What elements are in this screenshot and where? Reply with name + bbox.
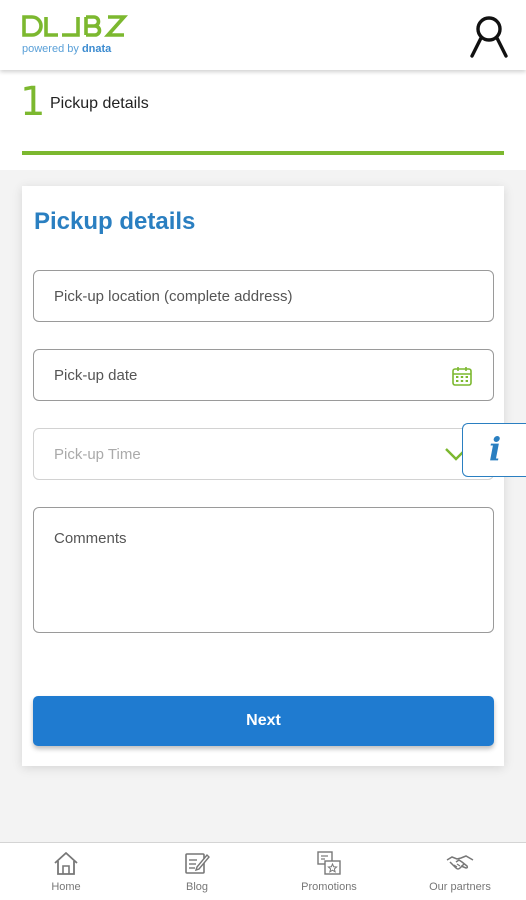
home-icon: [54, 852, 78, 875]
info-icon: i: [489, 430, 502, 468]
pickup-form-card: Pickup details Pick-up location (complet…: [22, 186, 504, 766]
step-number: 1: [20, 79, 46, 125]
next-button[interactable]: Next: [33, 696, 494, 746]
nav-item-our-partners[interactable]: Our partners: [415, 843, 505, 900]
step-label: Pickup details: [50, 95, 149, 112]
nav-label-blog: Blog: [185, 881, 209, 893]
pickup-date-input[interactable]: Pick-up date: [33, 349, 494, 401]
pickup-time-select[interactable]: Pick-up Time: [33, 428, 494, 480]
comments-placeholder: Comments: [54, 530, 127, 547]
promotions-icon: [317, 851, 341, 875]
nav-label-our-partners: Our partners: [429, 881, 491, 893]
form-title: Pickup details: [34, 208, 196, 235]
blog-icon: [185, 853, 210, 874]
brand-wordmark: [22, 15, 129, 42]
handshake-icon: [446, 855, 474, 870]
pickup-location-placeholder: Pick-up location (complete address): [54, 288, 293, 305]
brand-logo[interactable]: powered by dnata: [22, 15, 129, 55]
nav-item-promotions[interactable]: Promotions: [288, 843, 370, 900]
nav-label-home: Home: [51, 881, 81, 893]
profile-button[interactable]: [468, 14, 510, 58]
pickup-date-placeholder: Pick-up date: [54, 367, 138, 384]
nav-item-blog[interactable]: Blog: [167, 843, 227, 900]
bottom-nav: Home Blog Promotions Our partners: [0, 842, 526, 900]
user-icon: [470, 16, 508, 58]
nav-item-home[interactable]: Home: [36, 843, 96, 900]
comments-textarea[interactable]: Comments: [33, 507, 494, 633]
tagline-prefix: powered by: [22, 43, 79, 55]
app-header: powered by dnata: [0, 0, 526, 70]
calendar-icon[interactable]: [451, 365, 473, 387]
pickup-location-input[interactable]: Pick-up location (complete address): [33, 270, 494, 322]
step-progress-bar: [22, 151, 504, 155]
brand-wordmark-svg: [22, 15, 129, 37]
tagline-brand: dnata: [81, 43, 112, 55]
nav-label-promotions: Promotions: [301, 881, 357, 893]
brand-tagline: powered by dnata: [22, 43, 128, 55]
pickup-time-placeholder: Pick-up Time: [54, 446, 141, 463]
info-button[interactable]: i: [462, 423, 526, 477]
step-indicator: 1 Pickup details: [0, 70, 526, 170]
